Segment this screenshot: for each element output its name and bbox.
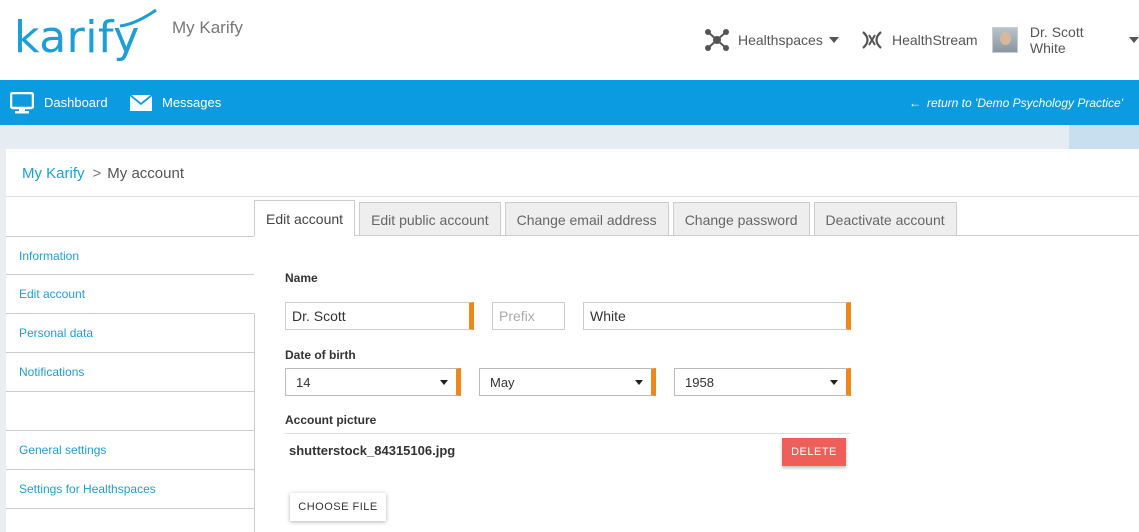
year-value: 1958 [685,374,714,390]
sidebar-item-edit-account[interactable]: Edit account [6,275,255,314]
dashboard-label: Dashboard [44,95,108,110]
tab-deactivate-account[interactable]: Deactivate account [813,202,957,236]
choose-file-button[interactable]: CHOOSE FILE [290,493,386,521]
day-value: 14 [296,374,311,390]
sidebar-item-personal-data[interactable]: Personal data [6,314,254,353]
sidebar-item-information[interactable]: Information [6,236,254,275]
tabs-divider [254,235,1139,236]
breadcrumb-current: My account [107,165,184,182]
healthstream-link[interactable]: HealthStream [860,26,978,54]
healthspaces-label: Healthspaces [738,32,823,48]
breadcrumb-divider [6,196,1139,197]
tab-change-email[interactable]: Change email address [504,202,669,236]
user-name: Dr. Scott White [1029,24,1084,56]
app-title: My Karify [172,18,243,37]
nav-bar: Dashboard Messages ← return to 'Demo Psy… [0,80,1139,125]
picture-filename: shutterstock_84315106.jpg [289,443,456,458]
sidebar-item-healthspaces-settings[interactable]: Settings for Healthspaces [6,470,254,509]
breadcrumb: My Karify > My account [22,165,184,182]
messages-label: Messages [162,95,222,110]
account-card: My Karify > My account Edit account Edit… [6,149,1139,532]
account-tabs: Edit account Edit public account Change … [254,200,961,236]
select-arrow-icon [440,380,448,385]
tab-edit-public-account[interactable]: Edit public account [359,202,501,236]
sidebar-item-general-settings[interactable]: General settings [6,431,254,470]
dob-label: Date of birth [285,348,356,362]
year-select[interactable]: 1958 [674,368,851,396]
avatar [992,27,1018,53]
header-stripe [0,125,1139,149]
monitor-icon [10,91,34,113]
arrow-left-icon: ← [909,95,921,110]
month-select[interactable]: May [479,368,656,396]
chevron-down-icon [828,37,839,43]
prefix-field[interactable]: Prefix [492,302,565,330]
picture-divider [285,433,850,434]
day-select[interactable]: 14 [285,368,461,396]
tab-edit-account[interactable]: Edit account [254,200,356,236]
nav-messages[interactable]: Messages [130,80,221,125]
month-value: May [490,374,515,390]
healthstream-label: HealthStream [892,32,978,48]
sidebar-item-blank [6,392,254,431]
delete-picture-button[interactable]: DELETE [782,438,846,466]
logo-swoosh-icon [119,8,157,28]
healthstream-icon [862,31,882,49]
return-label: return to 'Demo Psychology Practice' [927,95,1123,110]
breadcrumb-separator: > [92,165,102,182]
select-arrow-icon [830,380,838,385]
network-icon [705,29,729,51]
first-name-field[interactable]: Dr. Scott [285,302,474,330]
select-arrow-icon [635,380,643,385]
nav-dashboard[interactable]: Dashboard [10,80,108,125]
tab-change-password[interactable]: Change password [672,202,810,236]
envelope-icon [130,94,152,111]
breadcrumb-parent-link[interactable]: My Karify [22,165,85,182]
user-menu[interactable]: Dr. Scott White [992,24,1139,56]
last-name-field[interactable]: White [583,302,851,330]
chevron-down-icon [1129,37,1139,43]
sidebar: Information Edit account Personal data N… [6,236,255,509]
name-label: Name [285,271,318,285]
picture-label: Account picture [285,413,377,427]
top-header: karify My Karify Healthspaces HealthStre… [0,0,1139,80]
return-link[interactable]: ← return to 'Demo Psychology Practice' [909,80,1123,125]
karify-logo[interactable]: karify [14,8,157,63]
stripe-decoration [1069,125,1139,149]
healthspaces-menu[interactable]: Healthspaces [704,26,839,54]
sidebar-item-notifications[interactable]: Notifications [6,353,254,392]
